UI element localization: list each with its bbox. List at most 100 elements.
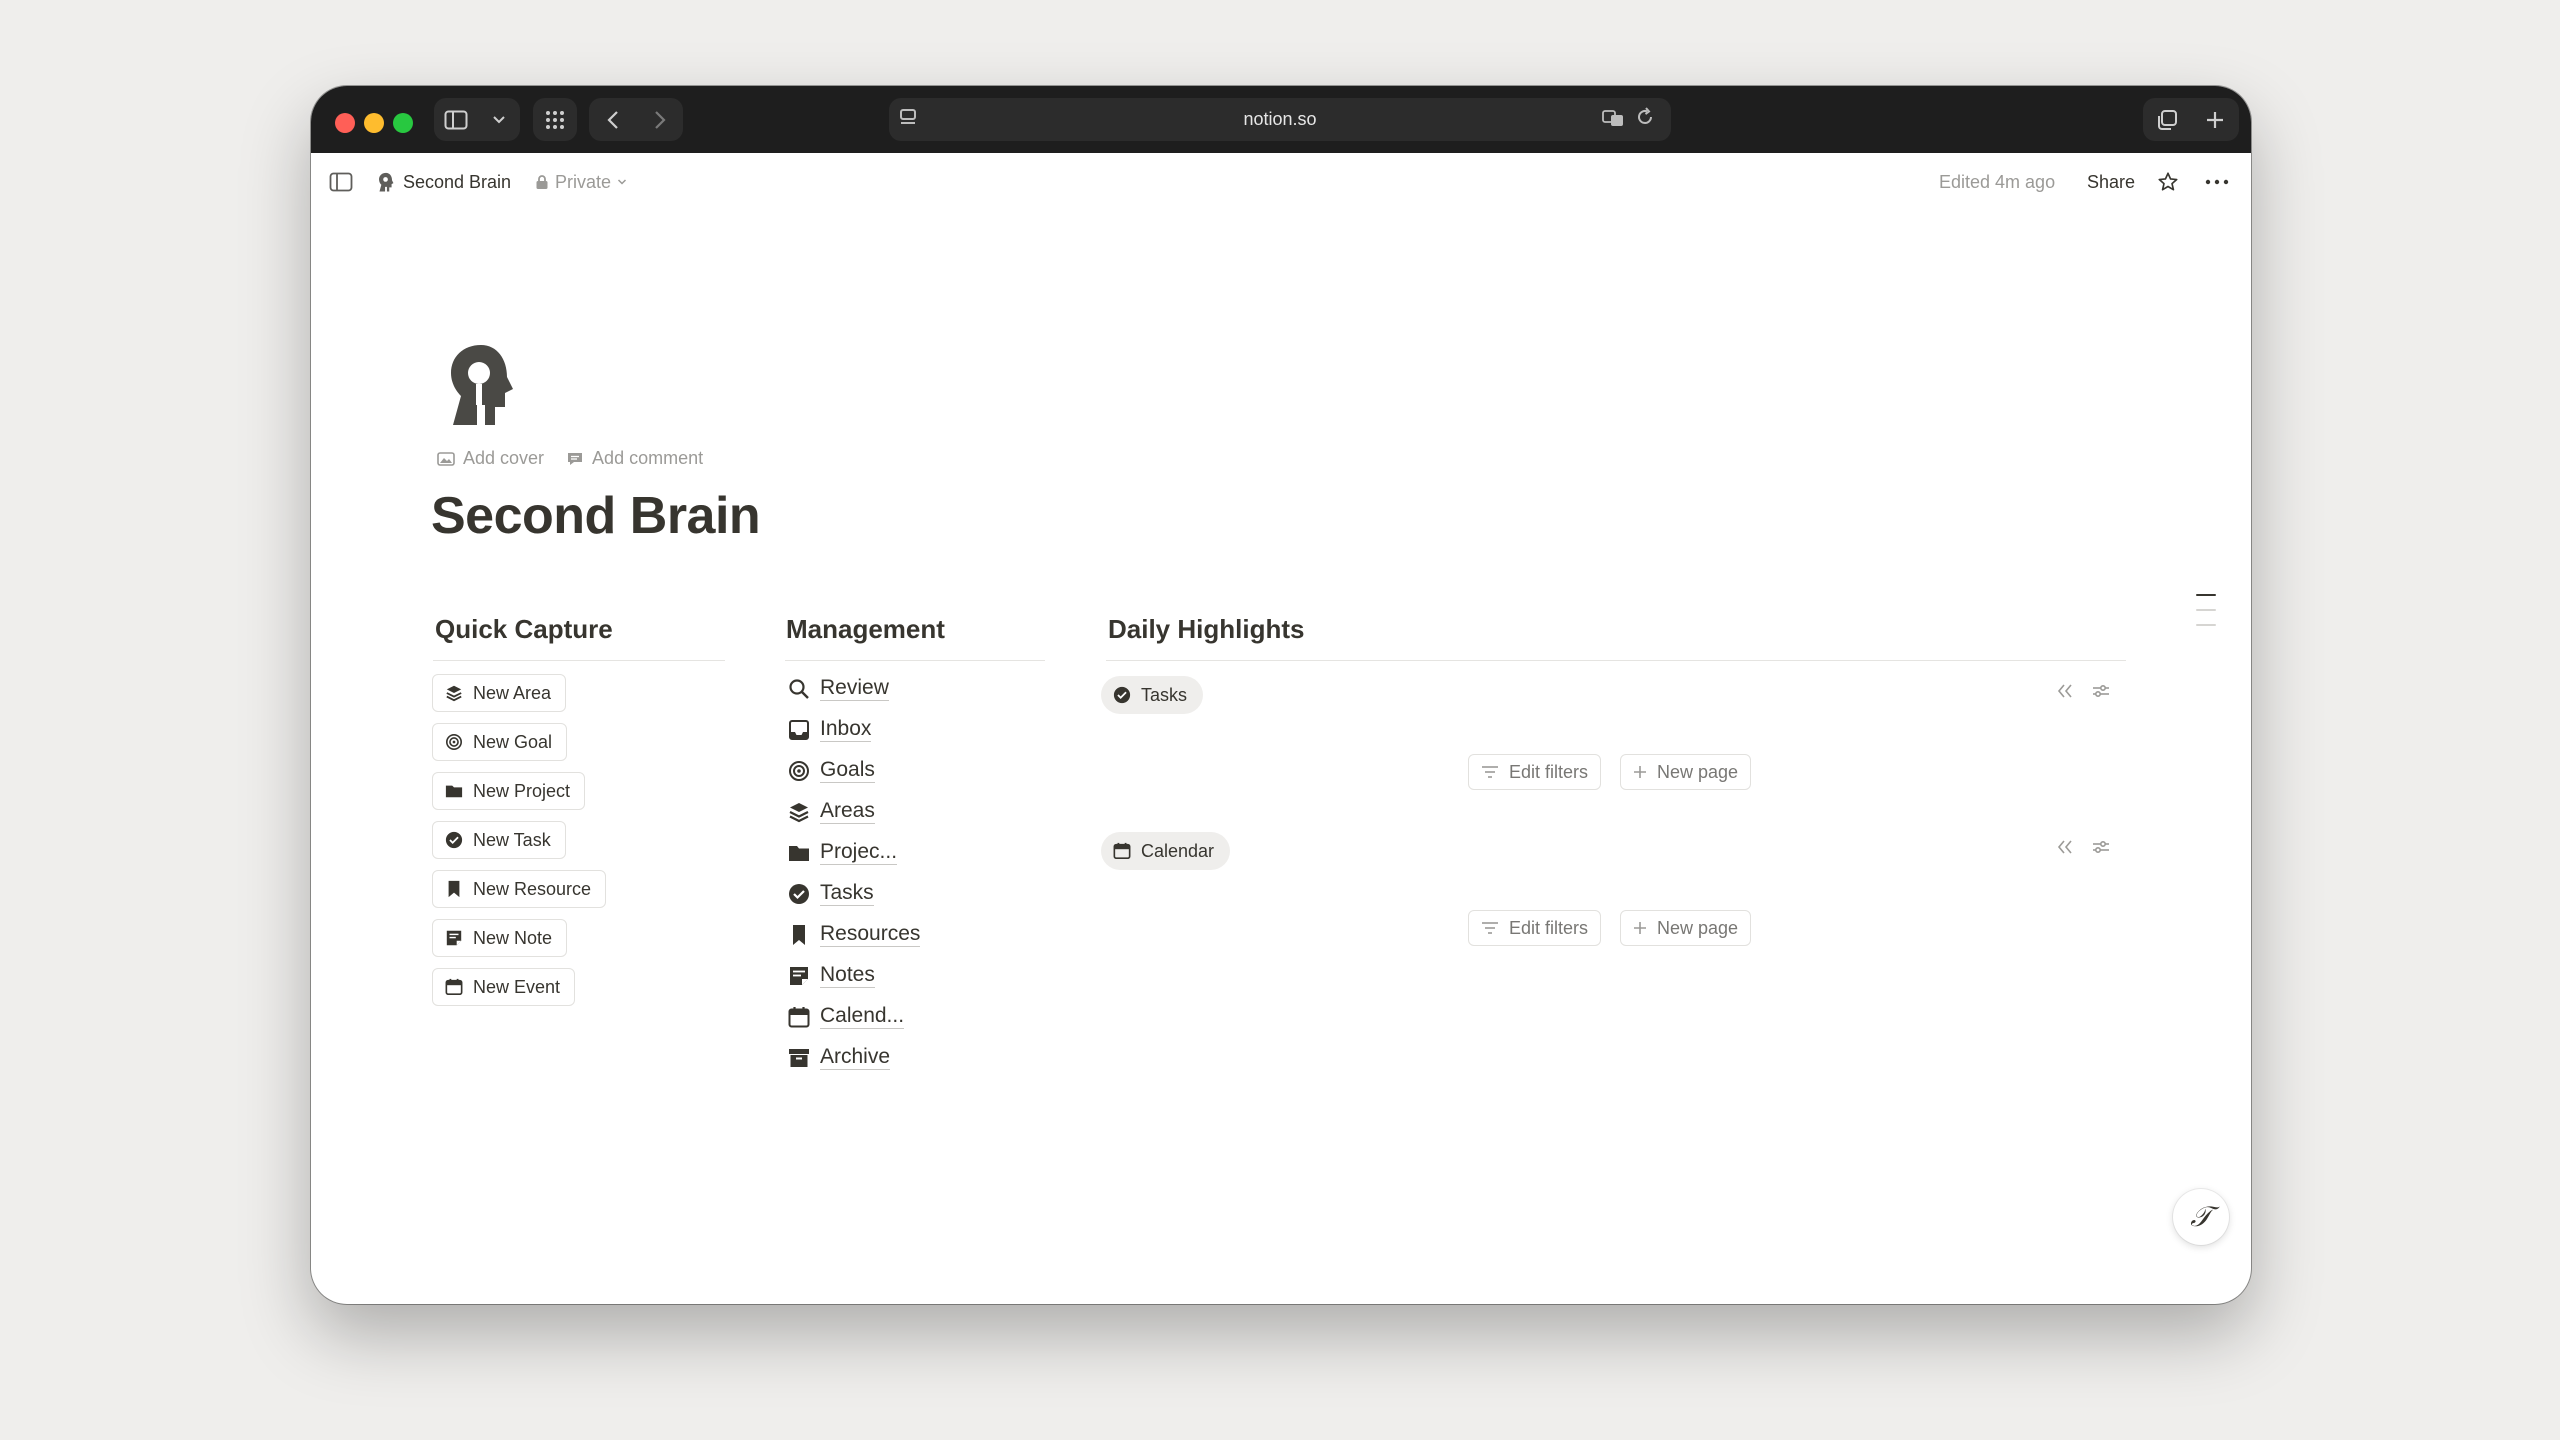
management-link-label: Notes [820, 963, 875, 988]
more-horizontal-icon [2205, 179, 2229, 185]
edit-filters-button[interactable]: Edit filters [1468, 754, 1602, 790]
window-actions-group [2143, 98, 2239, 141]
edit-filters-button[interactable]: Edit filters [1468, 910, 1602, 946]
new-area-label: New Area [473, 682, 552, 703]
filter-icon [1482, 922, 1498, 934]
new-page-button[interactable]: New page [1620, 910, 1752, 946]
new-note-button[interactable]: New Note [432, 919, 568, 957]
browser-window: notion.so Second Brain Private Edited 4m… [311, 86, 2251, 1304]
management-link-label: Projec... [820, 840, 898, 865]
breadcrumb[interactable]: Second Brain [377, 172, 511, 193]
forward-button[interactable] [640, 100, 680, 140]
collapse-view-button[interactable] [2056, 838, 2074, 861]
note-icon [446, 930, 462, 946]
quick-capture-divider [433, 660, 725, 661]
target-icon [789, 760, 809, 781]
bookmark-icon [448, 880, 460, 898]
page-settings-icon[interactable] [899, 107, 923, 131]
new-note-label: New Note [473, 927, 553, 948]
lock-icon [536, 175, 548, 189]
new-event-button[interactable]: New Event [432, 968, 576, 1006]
head-icon[interactable] [443, 341, 519, 427]
tab-groups-dropdown[interactable] [479, 100, 519, 140]
edit-filters-label: Edit filters [1509, 917, 1589, 938]
tab-overview-button[interactable] [535, 100, 575, 140]
management-link-notes[interactable]: Notes [788, 963, 875, 988]
view-tab-calendar[interactable]: Calendar [1101, 832, 1231, 870]
notion-ai-button[interactable]: 𝒯 [2173, 1189, 2229, 1245]
page-actions: Add cover Add comment [437, 448, 703, 469]
sliders-icon [2093, 840, 2109, 854]
new-page-button[interactable]: New page [1620, 754, 1752, 790]
management-link-projects[interactable]: Projec... [788, 840, 898, 865]
privacy-dropdown[interactable]: Private [535, 172, 627, 193]
page-title[interactable]: Second Brain [431, 486, 761, 546]
check-circle-icon [789, 883, 809, 904]
minimize-window-button[interactable] [364, 113, 384, 133]
calendar-icon [1113, 842, 1131, 860]
new-page-label: New page [1657, 761, 1739, 782]
close-window-button[interactable] [335, 113, 355, 133]
sidebar-icon [444, 110, 467, 129]
double-chevron-left-icon [2057, 840, 2072, 854]
calendar-icon [788, 1006, 810, 1027]
toc-marker[interactable] [2196, 609, 2216, 611]
view-settings-button[interactable] [2092, 838, 2110, 861]
management-link-inbox[interactable]: Inbox [788, 717, 872, 742]
management-link-resources[interactable]: Resources [788, 922, 921, 947]
open-sidebar-button[interactable] [329, 172, 353, 192]
reload-icon[interactable] [1635, 106, 1655, 133]
share-button[interactable]: Share [2087, 172, 2135, 193]
new-project-button[interactable]: New Project [432, 772, 586, 810]
add-cover-label: Add cover [463, 448, 545, 468]
new-event-label: New Event [473, 976, 561, 997]
image-icon [437, 451, 455, 466]
sliders-icon [2093, 684, 2109, 698]
management-link-label: Areas [820, 799, 875, 824]
management-link-calendar[interactable]: Calend... [788, 1004, 905, 1029]
new-resource-button[interactable]: New Resource [432, 870, 607, 908]
add-comment-label: Add comment [592, 448, 704, 468]
new-tab-button[interactable] [2195, 100, 2235, 140]
chevron-right-icon [654, 110, 666, 129]
collapse-view-button[interactable] [2056, 682, 2074, 705]
toc-marker-active[interactable] [2196, 594, 2216, 596]
show-tabs-button[interactable] [2147, 100, 2187, 140]
quick-capture-heading: Quick Capture [435, 614, 613, 644]
new-area-button[interactable]: New Area [432, 674, 567, 712]
browser-titlebar: notion.so [311, 86, 2251, 153]
new-goal-button[interactable]: New Goal [432, 723, 568, 761]
more-options-button[interactable] [2205, 179, 2229, 185]
plus-icon [1634, 766, 1646, 778]
search-icon [789, 678, 809, 699]
zoom-window-button[interactable] [393, 113, 413, 133]
view-settings-button[interactable] [2092, 682, 2110, 705]
management-link-review[interactable]: Review [788, 676, 889, 701]
management-link-goals[interactable]: Goals [788, 758, 875, 783]
back-button[interactable] [593, 100, 633, 140]
new-task-label: New Task [473, 829, 551, 850]
sidebar-toggle-button[interactable] [436, 100, 476, 140]
management-link-label: Review [820, 676, 889, 701]
chevron-down-icon [492, 115, 505, 123]
address-bar[interactable]: notion.so [889, 98, 1671, 141]
management-link-areas[interactable]: Areas [788, 799, 875, 824]
management-link-tasks[interactable]: Tasks [788, 881, 874, 906]
management-link-label: Calend... [820, 1004, 905, 1029]
add-comment-button[interactable]: Add comment [566, 448, 703, 469]
add-cover-button[interactable]: Add cover [437, 448, 544, 469]
toc-marker[interactable] [2196, 624, 2216, 626]
management-link-label: Tasks [820, 881, 874, 906]
management-link-archive[interactable]: Archive [788, 1045, 891, 1070]
view-tab-tasks[interactable]: Tasks [1101, 676, 1204, 714]
new-task-button[interactable]: New Task [432, 821, 566, 859]
favorite-button[interactable] [2157, 171, 2179, 193]
chevron-left-icon [606, 110, 618, 129]
tabs-icon [2158, 109, 2177, 130]
translate-icon[interactable] [1601, 106, 1625, 135]
double-chevron-left-icon [2057, 684, 2072, 698]
grid-view-group [533, 98, 577, 141]
target-icon [445, 733, 463, 751]
grid-icon [546, 110, 564, 129]
view-tab-label: Tasks [1141, 684, 1188, 705]
